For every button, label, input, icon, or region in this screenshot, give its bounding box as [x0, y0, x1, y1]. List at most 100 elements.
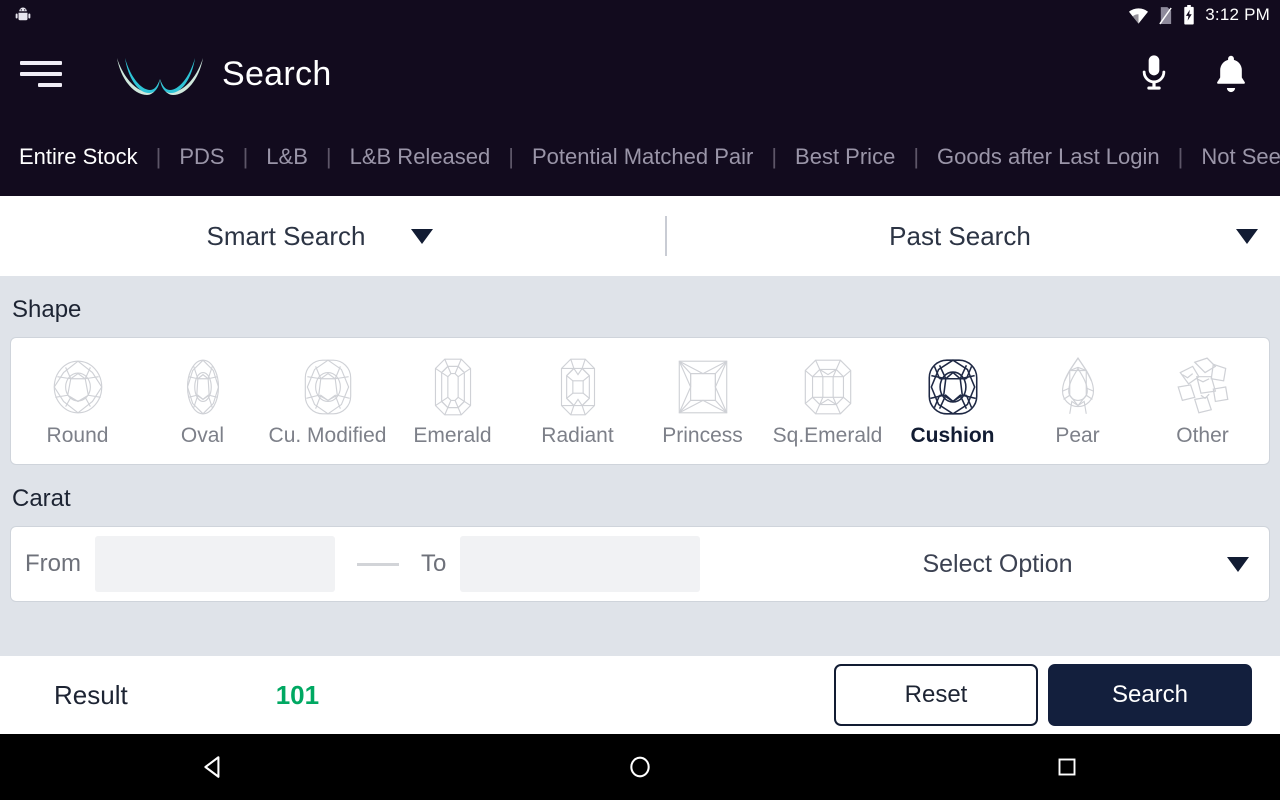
- search-button[interactable]: Search: [1048, 664, 1252, 726]
- android-home-circle-icon: [630, 756, 650, 778]
- shape-option-radiant[interactable]: Radiant: [515, 338, 640, 464]
- tab-entire-stock[interactable]: Entire Stock: [17, 144, 140, 170]
- tab-separator: |: [325, 144, 332, 169]
- diamond-pear-icon: [1061, 357, 1094, 414]
- diamond-emerald-icon: [434, 358, 471, 416]
- android-back-button[interactable]: [153, 734, 273, 800]
- shape-option-cushion[interactable]: Cushion: [890, 338, 1015, 464]
- result-count: 101: [275, 679, 320, 710]
- chevron-down-icon: [1227, 556, 1249, 572]
- android-home-button[interactable]: [580, 734, 700, 800]
- tab-separator: |: [242, 144, 249, 169]
- shape-label: Sq.Emerald: [772, 424, 883, 447]
- notification-bell-icon[interactable]: [1212, 53, 1250, 95]
- carat-filter-card: From To Select Option: [10, 526, 1270, 602]
- shape-option-cushion-modified[interactable]: Cu. Modified: [265, 338, 390, 464]
- shape-label: Pear: [1055, 424, 1100, 447]
- diamond-square-emerald-icon: [804, 359, 851, 415]
- carat-to-label: To: [421, 550, 447, 577]
- shape-label: Oval: [180, 424, 225, 447]
- sim-card-no-signal-icon: [1159, 6, 1173, 24]
- page-title: Search: [222, 54, 332, 93]
- app-screen: 3:12 PM Search Entire Stock | PDS | L&B …: [0, 0, 1280, 800]
- tab-separator: |: [771, 144, 778, 169]
- status-bar-clock: 3:12 PM: [1205, 5, 1270, 24]
- result-label: Result: [54, 679, 128, 710]
- shape-option-sq-emerald[interactable]: Sq.Emerald: [765, 338, 890, 464]
- android-robot-icon: [15, 7, 31, 21]
- chevron-down-icon: [1236, 228, 1258, 244]
- microphone-icon[interactable]: [1138, 52, 1170, 96]
- hamburger-line-3: [38, 83, 62, 87]
- select-option-label: Select Option: [922, 549, 1073, 578]
- tab-lb[interactable]: L&B: [264, 144, 310, 170]
- smart-search-label: Smart Search: [206, 220, 366, 251]
- carat-from-label: From: [25, 550, 81, 577]
- action-buttons: Reset Search: [834, 664, 1252, 726]
- tab-pds[interactable]: PDS: [177, 144, 226, 170]
- tab-potential-matched-pair[interactable]: Potential Matched Pair: [530, 144, 755, 170]
- diamond-radiant-icon: [560, 358, 595, 416]
- diamond-oval-icon: [186, 359, 219, 415]
- hamburger-line-2: [20, 72, 62, 76]
- shape-label: Radiant: [541, 424, 614, 447]
- android-back-triangle-icon: [204, 756, 220, 778]
- carat-section-label: Carat: [12, 485, 71, 512]
- past-search-label: Past Search: [889, 220, 1031, 251]
- brand-wings-logo: [117, 58, 203, 95]
- carat-range-group: From To: [11, 536, 726, 592]
- shape-option-round[interactable]: Round: [15, 338, 140, 464]
- carat-from-input[interactable]: [95, 536, 335, 592]
- diamond-round-icon: [53, 360, 102, 414]
- carat-to-input[interactable]: [460, 536, 701, 592]
- android-status-bar: 3:12 PM: [0, 0, 1280, 30]
- shape-option-oval[interactable]: Oval: [140, 338, 265, 464]
- shape-label: Round: [46, 424, 109, 447]
- diamond-cushion-modified-icon: [304, 359, 351, 415]
- status-bar-right-icons: 3:12 PM: [1128, 5, 1270, 25]
- smart-search-dropdown[interactable]: Smart Search: [0, 221, 640, 252]
- shape-option-emerald[interactable]: Emerald: [390, 338, 515, 464]
- search-filters-body: Shape Round Oval Cu. Modified Emerald Ra…: [0, 276, 1280, 656]
- tab-goods-after-last-login[interactable]: Goods after Last Login: [935, 144, 1162, 170]
- hamburger-line-1: [20, 61, 62, 65]
- tab-lb-released[interactable]: L&B Released: [348, 144, 493, 170]
- search-mode-row: Smart Search Past Search: [0, 196, 1280, 276]
- past-search-dropdown[interactable]: Past Search: [640, 221, 1280, 252]
- tab-separator: |: [155, 144, 162, 169]
- shape-label: Other: [1176, 424, 1229, 447]
- battery-charging-icon: [1184, 5, 1195, 25]
- tab-best-price[interactable]: Best Price: [793, 144, 897, 170]
- android-recents-square-icon: [1058, 758, 1076, 776]
- tab-separator: |: [1177, 144, 1184, 169]
- shape-option-other[interactable]: Other: [1140, 338, 1265, 464]
- shape-section-label: Shape: [12, 296, 82, 323]
- wifi-icon: [1129, 7, 1149, 24]
- chevron-down-icon: [411, 228, 434, 244]
- tab-separator: |: [508, 144, 514, 169]
- status-bar-left-icons: [14, 6, 32, 24]
- hamburger-menu-icon[interactable]: [20, 57, 62, 91]
- diamond-cushion-icon: [928, 359, 977, 415]
- bottom-action-bar: Result 101 Reset Search: [0, 656, 1280, 734]
- shape-label: Emerald: [413, 424, 492, 447]
- android-navigation-bar: [0, 734, 1280, 800]
- shape-option-princess[interactable]: Princess: [640, 338, 765, 464]
- shape-label: Cushion: [910, 424, 995, 447]
- shape-option-pear[interactable]: Pear: [1015, 338, 1140, 464]
- android-recents-button[interactable]: [1007, 734, 1127, 800]
- shape-selector-card: Round Oval Cu. Modified Emerald Radiant …: [10, 337, 1270, 465]
- brand-area: Search: [114, 52, 332, 96]
- carat-select-option-dropdown[interactable]: Select Option: [726, 550, 1269, 579]
- shape-label: Cu. Modified: [268, 424, 387, 447]
- app-header-actions: [1138, 52, 1258, 96]
- range-dash: [357, 562, 399, 566]
- app-header-bar: Search: [0, 30, 1280, 118]
- stock-filter-tabs[interactable]: Entire Stock | PDS | L&B | L&B Released …: [0, 118, 1280, 196]
- tab-separator: |: [913, 144, 920, 169]
- shape-label: Princess: [662, 424, 743, 447]
- tab-not-seen[interactable]: Not Seen: [1199, 144, 1280, 170]
- diamond-princess-icon: [678, 360, 727, 414]
- diamond-other-icon: [1176, 357, 1228, 414]
- reset-button[interactable]: Reset: [834, 664, 1038, 726]
